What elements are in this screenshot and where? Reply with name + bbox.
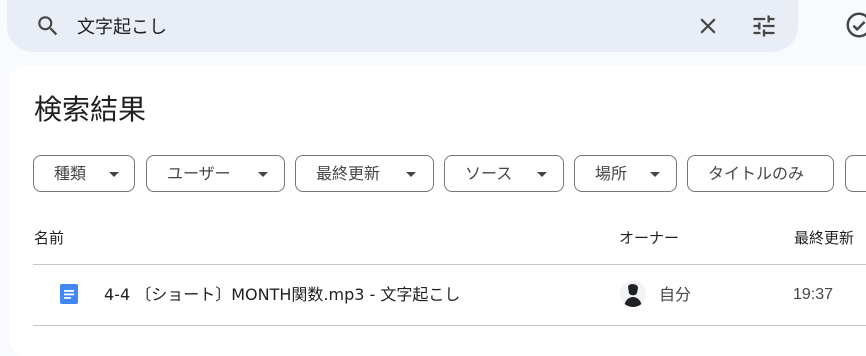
- filter-chip-label: 場所: [595, 164, 628, 183]
- file-name: 4-4 〔ショート〕MONTH関数.mp3 - 文字起こし: [104, 285, 461, 304]
- chevron-down-icon: [109, 172, 119, 177]
- avatar: [620, 281, 646, 307]
- column-header-modified[interactable]: 最終更新: [794, 227, 854, 249]
- filter-chip-label: ユーザー: [167, 164, 231, 183]
- filter-chip-more[interactable]: [845, 155, 866, 192]
- search-input[interactable]: [77, 14, 637, 38]
- ready-for-offline-icon[interactable]: [844, 10, 866, 40]
- filter-chip-label: タイトルのみ: [708, 164, 805, 183]
- filter-chip-modified[interactable]: 最終更新: [295, 155, 434, 192]
- chevron-down-icon: [650, 172, 660, 177]
- filter-chip-location[interactable]: 場所: [574, 155, 677, 192]
- search-icon[interactable]: [35, 13, 61, 39]
- close-icon[interactable]: [695, 13, 721, 39]
- chevron-down-icon: [537, 172, 547, 177]
- google-docs-icon: [60, 284, 78, 304]
- search-bar[interactable]: [7, 0, 798, 52]
- row-divider: [33, 325, 866, 326]
- last-modified: 19:37: [793, 286, 834, 303]
- tune-icon[interactable]: [750, 12, 778, 40]
- column-header-name[interactable]: 名前: [34, 227, 64, 249]
- chevron-down-icon: [406, 172, 416, 177]
- chevron-down-icon: [258, 172, 268, 177]
- filter-chip-label: 最終更新: [316, 164, 381, 183]
- page-title: 検索結果: [34, 93, 147, 126]
- filter-chip-label: ソース: [465, 164, 513, 183]
- filter-chip-people[interactable]: ユーザー: [146, 155, 285, 192]
- filter-chip-type[interactable]: 種類: [33, 155, 135, 192]
- filter-chip-label: 種類: [54, 164, 87, 183]
- filter-chip-source[interactable]: ソース: [444, 155, 564, 192]
- filter-chip-title-only[interactable]: タイトルのみ: [687, 155, 834, 192]
- table-row[interactable]: 4-4 〔ショート〕MONTH関数.mp3 - 文字起こし 自分 19:37: [33, 265, 866, 325]
- owner-name: 自分: [659, 285, 692, 304]
- column-header-owner[interactable]: オーナー: [619, 227, 679, 249]
